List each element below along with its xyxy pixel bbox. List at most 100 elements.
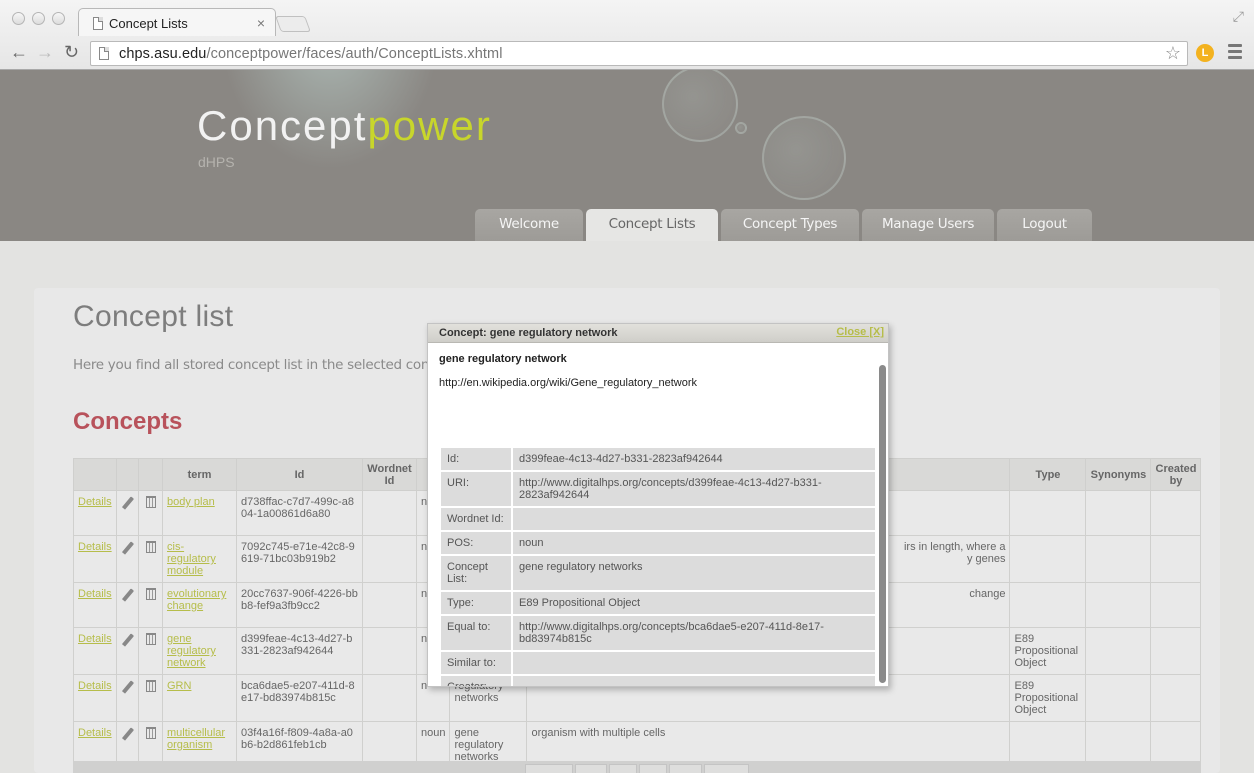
delete-trash-icon[interactable]	[145, 496, 156, 508]
tab-title: Concept Lists	[109, 16, 188, 31]
nav-tab-logout[interactable]: Logout	[997, 209, 1092, 241]
term-cell: gene regulatory network	[162, 627, 237, 675]
concept-description: http://en.wikipedia.org/wiki/Gene_regula…	[439, 377, 698, 389]
details-link[interactable]: Details	[78, 727, 112, 739]
edit-pencil-icon[interactable]	[121, 496, 134, 510]
site-subtitle: dHPS	[198, 154, 235, 170]
pager-last-button[interactable]	[704, 764, 749, 773]
created-by-cell	[1150, 627, 1202, 675]
edit-pencil-icon[interactable]	[121, 727, 134, 741]
address-bar[interactable]: chps.asu.edu/conceptpower/faces/auth/Con…	[90, 41, 1188, 66]
wordnet-cell	[362, 582, 417, 628]
pagination	[525, 764, 749, 773]
edit-pencil-icon[interactable]	[121, 680, 134, 694]
detail-row: Concept List: gene regulatory networks	[441, 556, 875, 590]
pager-page-button[interactable]	[609, 764, 637, 773]
nav-tab-concept-lists[interactable]: Concept Lists	[586, 209, 718, 241]
detail-key: Type:	[441, 592, 511, 614]
pager-next-button[interactable]	[669, 764, 702, 773]
edit-cell	[116, 535, 139, 583]
col-header-term[interactable]: term	[162, 458, 237, 491]
edit-pencil-icon[interactable]	[121, 588, 134, 602]
col-header-id[interactable]: Id	[236, 458, 363, 491]
close-window-button[interactable]	[12, 12, 25, 25]
nav-tab-concept-types[interactable]: Concept Types	[721, 209, 859, 241]
term-cell: evolutionary change	[162, 582, 237, 628]
detail-key: Equal to:	[441, 616, 511, 650]
id-cell: bca6dae5-e207-411d-8e17-bd83974b815c	[236, 674, 363, 722]
pager-prev-button[interactable]	[575, 764, 607, 773]
url-text[interactable]: chps.asu.edu/conceptpower/faces/auth/Con…	[119, 46, 503, 62]
details-link[interactable]: Details	[78, 496, 112, 508]
zoom-window-button[interactable]	[52, 12, 65, 25]
minimize-window-button[interactable]	[32, 12, 45, 25]
window-controls	[12, 12, 65, 25]
col-header-wordnet-id[interactable]: Wordnet Id	[362, 458, 417, 491]
created-by-cell	[1150, 490, 1202, 536]
tab-close-icon[interactable]: ×	[257, 15, 265, 31]
details-cell: Details	[73, 490, 117, 536]
forward-icon[interactable]: →	[36, 42, 54, 63]
detail-value: gene regulatory networks	[513, 556, 875, 590]
wordnet-cell	[362, 674, 417, 722]
detail-key: Wordnet Id:	[441, 508, 511, 530]
new-tab-button[interactable]	[275, 16, 311, 32]
details-link[interactable]: Details	[78, 588, 112, 600]
pager-page-button[interactable]	[639, 764, 667, 773]
col-header-created-by[interactable]: Created by	[1150, 458, 1202, 491]
detail-value	[513, 508, 875, 530]
col-header	[138, 458, 163, 491]
created-by-cell	[1150, 535, 1202, 583]
edit-cell	[116, 582, 139, 628]
term-link[interactable]: body plan	[167, 496, 215, 508]
details-link[interactable]: Details	[78, 541, 112, 553]
modal-close-button[interactable]: Close [X]	[836, 326, 884, 338]
back-icon[interactable]: ←	[10, 42, 28, 63]
edit-pencil-icon[interactable]	[121, 633, 134, 647]
extension-icon[interactable]: L	[1196, 44, 1214, 62]
site-logo[interactable]: Conceptpower	[197, 102, 492, 150]
created-by-cell	[1150, 674, 1202, 722]
detail-key: Similar to:	[441, 652, 511, 674]
menu-icon[interactable]	[1228, 44, 1242, 62]
delete-trash-icon[interactable]	[145, 633, 156, 645]
modal-scrollbar[interactable]	[879, 365, 886, 683]
pager-first-button[interactable]	[525, 764, 573, 773]
col-header-type[interactable]: Type	[1009, 458, 1087, 491]
term-link[interactable]: evolutionary change	[167, 588, 226, 612]
reload-icon[interactable]: ↻	[64, 42, 79, 63]
delete-cell	[138, 582, 163, 628]
synonyms-cell	[1085, 582, 1152, 628]
delete-cell	[138, 490, 163, 536]
term-link[interactable]: GRN	[167, 680, 191, 692]
id-cell: 20cc7637-906f-4226-bbb8-fef9a3fb9cc2	[236, 582, 363, 628]
browser-tab[interactable]: Concept Lists ×	[78, 8, 276, 36]
bubble-decoration	[662, 70, 738, 142]
modal-title: Concept: gene regulatory network	[439, 327, 618, 339]
type-cell	[1009, 535, 1087, 583]
detail-value	[513, 676, 875, 686]
details-link[interactable]: Details	[78, 633, 112, 645]
main-nav: Welcome Concept Lists Concept Types Mana…	[475, 209, 1092, 241]
delete-trash-icon[interactable]	[145, 541, 156, 553]
fullscreen-icon[interactable]: ⤢	[1233, 8, 1244, 25]
details-cell: Details	[73, 627, 117, 675]
delete-cell	[138, 535, 163, 583]
detail-key: Concept List:	[441, 556, 511, 590]
term-link[interactable]: gene regulatory network	[167, 633, 216, 669]
delete-trash-icon[interactable]	[145, 680, 156, 692]
bookmark-star-icon[interactable]: ☆	[1165, 43, 1181, 64]
col-header-synonyms[interactable]: Synonyms	[1085, 458, 1152, 491]
edit-pencil-icon[interactable]	[121, 541, 134, 555]
nav-tab-welcome[interactable]: Welcome	[475, 209, 583, 241]
synonyms-cell	[1085, 627, 1152, 675]
details-link[interactable]: Details	[78, 680, 112, 692]
col-header	[116, 458, 139, 491]
delete-trash-icon[interactable]	[145, 588, 156, 600]
delete-trash-icon[interactable]	[145, 727, 156, 739]
concept-details-table: Id: d399feae-4c13-4d27-b331-2823af942644 U…	[439, 446, 877, 686]
nav-tab-manage-users[interactable]: Manage Users	[862, 209, 994, 241]
term-link[interactable]: multicellular organism	[167, 727, 225, 751]
term-link[interactable]: cis-regulatory module	[167, 541, 216, 577]
page-title: Concept list	[73, 300, 234, 333]
